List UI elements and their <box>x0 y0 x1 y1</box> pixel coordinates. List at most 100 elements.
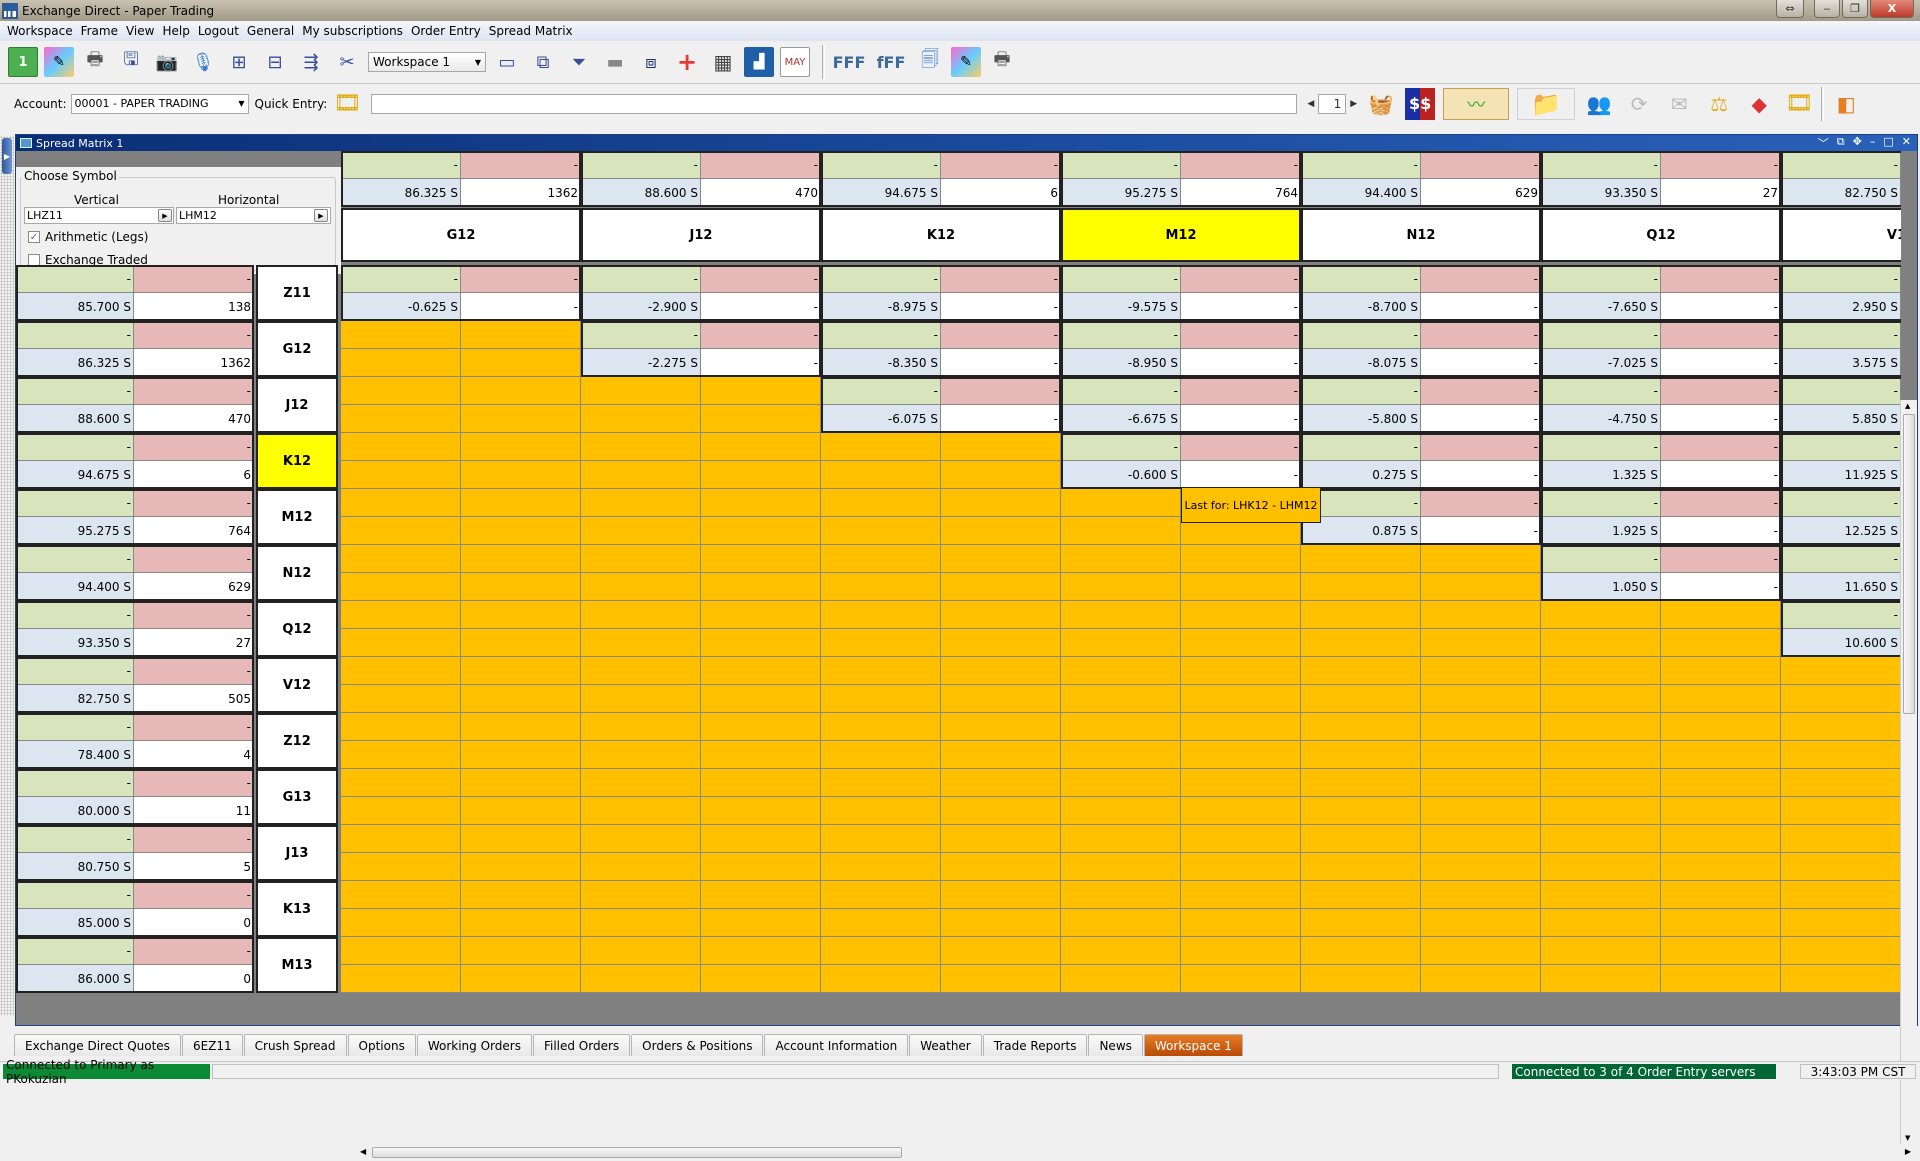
row-bid-cell[interactable]: - <box>16 713 134 741</box>
font-small-icon[interactable]: fFF <box>873 47 909 77</box>
row-bid-cell[interactable]: - <box>16 881 134 909</box>
row-bid-cell[interactable]: - <box>16 825 134 853</box>
calendar-icon[interactable]: ▦ <box>708 47 738 77</box>
column-bid-cell[interactable]: - <box>1301 151 1421 179</box>
detach-icon[interactable]: ⧉ <box>1837 135 1845 151</box>
column-header-g12[interactable]: G12 <box>341 208 581 262</box>
chart-line-icon[interactable]: 〰 <box>1443 87 1510 120</box>
spread-ask-cell[interactable]: - <box>461 265 581 293</box>
row-header-g13[interactable]: G13 <box>256 769 338 825</box>
menu-my-subscriptions[interactable]: My subscriptions <box>298 24 407 38</box>
spread-bid-cell[interactable]: - <box>1061 265 1181 293</box>
spread-bid-cell[interactable]: - <box>821 321 941 349</box>
spread-last-cell[interactable]: -5.800 S <box>1301 405 1421 433</box>
spread-bid-cell[interactable]: - <box>581 265 701 293</box>
vertical-symbol-arrow-icon[interactable]: ▶ <box>158 209 172 222</box>
window-blank-icon[interactable]: ▬ <box>600 47 630 77</box>
tab-6ez11[interactable]: 6EZ11 <box>181 1034 243 1056</box>
spread-bid-cell[interactable]: - <box>1781 321 1901 349</box>
row-bid-cell[interactable]: - <box>16 601 134 629</box>
column-ask-cell[interactable]: - <box>941 151 1061 179</box>
spread-last-cell[interactable]: -8.975 S <box>821 293 941 321</box>
menu-view[interactable]: View <box>122 24 158 38</box>
edit-diamonds-icon[interactable]: ◆ <box>1743 88 1775 120</box>
spread-last-cell[interactable]: -2.275 S <box>581 349 701 377</box>
column-bid-cell[interactable]: - <box>581 151 701 179</box>
row-ask-cell[interactable]: - <box>134 937 254 965</box>
row-bid-cell[interactable]: - <box>16 545 134 573</box>
print-icon[interactable]: 🖶 <box>80 47 110 77</box>
microphone-icon[interactable]: 🎙 <box>188 47 218 77</box>
vertical-symbol-input[interactable]: LHZ11 <box>24 207 174 224</box>
spread-bid-cell[interactable]: - <box>1781 601 1901 629</box>
column-header-m12[interactable]: M12 <box>1061 208 1301 262</box>
row-header-v12[interactable]: V12 <box>256 657 338 713</box>
layout-arrange-icon[interactable]: ⇶ <box>296 47 326 77</box>
spread-bid-cell[interactable]: - <box>1061 433 1181 461</box>
row-ask-cell[interactable]: - <box>134 825 254 853</box>
row-bid-cell[interactable]: - <box>16 321 134 349</box>
spread-last-cell[interactable]: 5.850 S <box>1781 405 1901 433</box>
spread-last-cell[interactable]: -2.900 S <box>581 293 701 321</box>
film-reel-icon[interactable]: 🎞 <box>1783 88 1815 120</box>
tab-exchange-direct-quotes[interactable]: Exchange Direct Quotes <box>14 1034 181 1056</box>
vertical-scroll-thumb[interactable] <box>1903 414 1915 714</box>
row-bid-cell[interactable]: - <box>16 377 134 405</box>
scroll-up-icon[interactable]: ▲ <box>1905 402 1910 410</box>
spread-bid-cell[interactable]: - <box>1301 265 1421 293</box>
row-bid-cell[interactable]: - <box>16 265 134 293</box>
color-picker-icon[interactable]: ✎ <box>951 47 981 77</box>
row-ask-cell[interactable]: - <box>134 433 254 461</box>
spread-ask-cell[interactable]: - <box>941 321 1061 349</box>
spread-bid-cell[interactable]: - <box>1781 545 1901 573</box>
scales-icon[interactable]: ⚖ <box>1703 88 1735 120</box>
row-ask-cell[interactable]: - <box>134 321 254 349</box>
menu-workspace[interactable]: Workspace <box>3 24 77 38</box>
row-ask-cell[interactable]: - <box>134 265 254 293</box>
tab-options[interactable]: Options <box>347 1034 416 1056</box>
spread-bid-cell[interactable]: - <box>1061 377 1181 405</box>
spread-last-cell[interactable]: -6.675 S <box>1061 405 1181 433</box>
spread-last-cell[interactable]: 2.950 S <box>1781 293 1901 321</box>
maximize-icon[interactable]: □ <box>1883 135 1893 151</box>
column-bid-cell[interactable]: - <box>1781 151 1901 179</box>
page-prev-icon[interactable]: ◀ <box>1307 99 1314 109</box>
spread-ask-cell[interactable]: - <box>1661 377 1781 405</box>
spread-ask-cell[interactable]: - <box>1421 433 1541 461</box>
column-bid-cell[interactable]: - <box>1061 151 1181 179</box>
tab-filled-orders[interactable]: Filled Orders <box>532 1034 631 1056</box>
column-bid-cell[interactable]: - <box>341 151 461 179</box>
horizontal-scroll-thumb[interactable] <box>372 1147 902 1158</box>
row-header-z12[interactable]: Z12 <box>256 713 338 769</box>
layout-split-icon[interactable]: ⊞ <box>224 47 254 77</box>
folder-icon[interactable]: 📁 <box>1517 87 1576 120</box>
spread-last-cell[interactable]: 11.650 S <box>1781 573 1901 601</box>
page-input[interactable]: 1 <box>1318 93 1347 114</box>
horizontal-scrollbar[interactable]: ◀ ▶ <box>356 1145 1919 1161</box>
row-header-m13[interactable]: M13 <box>256 937 338 993</box>
spread-ask-cell[interactable]: - <box>1661 321 1781 349</box>
column-ask-cell[interactable]: - <box>1661 151 1781 179</box>
spread-last-cell[interactable]: 11.925 S <box>1781 461 1901 489</box>
spread-bid-cell[interactable]: - <box>1301 377 1421 405</box>
chart-icon[interactable]: ▟ <box>744 47 774 77</box>
row-header-k12[interactable]: K12 <box>256 433 338 489</box>
window-minimal-icon[interactable]: ▭ <box>492 47 522 77</box>
row-ask-cell[interactable]: - <box>134 489 254 517</box>
spread-bid-cell[interactable]: - <box>1541 489 1661 517</box>
spread-bid-cell[interactable]: - <box>1541 265 1661 293</box>
color-picker-icon[interactable]: ✎ <box>44 47 74 77</box>
basket-icon[interactable]: 🧺 <box>1365 88 1397 120</box>
row-header-j12[interactable]: J12 <box>256 377 338 433</box>
menu-logout[interactable]: Logout <box>194 24 243 38</box>
spread-bid-cell[interactable]: - <box>1781 489 1901 517</box>
expand-sidebar-icon[interactable]: ▶ <box>2 138 12 174</box>
spread-last-cell[interactable]: -7.025 S <box>1541 349 1661 377</box>
menu-spread-matrix[interactable]: Spread Matrix <box>485 24 577 38</box>
column-ask-cell[interactable]: - <box>1421 151 1541 179</box>
vertical-scrollbar[interactable]: ▲ ▼ <box>1900 400 1917 1144</box>
page-next-icon[interactable]: ▶ <box>1350 99 1357 109</box>
calendar-notes-icon[interactable]: MAY <box>780 47 810 77</box>
window-restore-icon[interactable]: ⧉ <box>528 47 558 77</box>
spread-ask-cell[interactable]: - <box>1421 321 1541 349</box>
